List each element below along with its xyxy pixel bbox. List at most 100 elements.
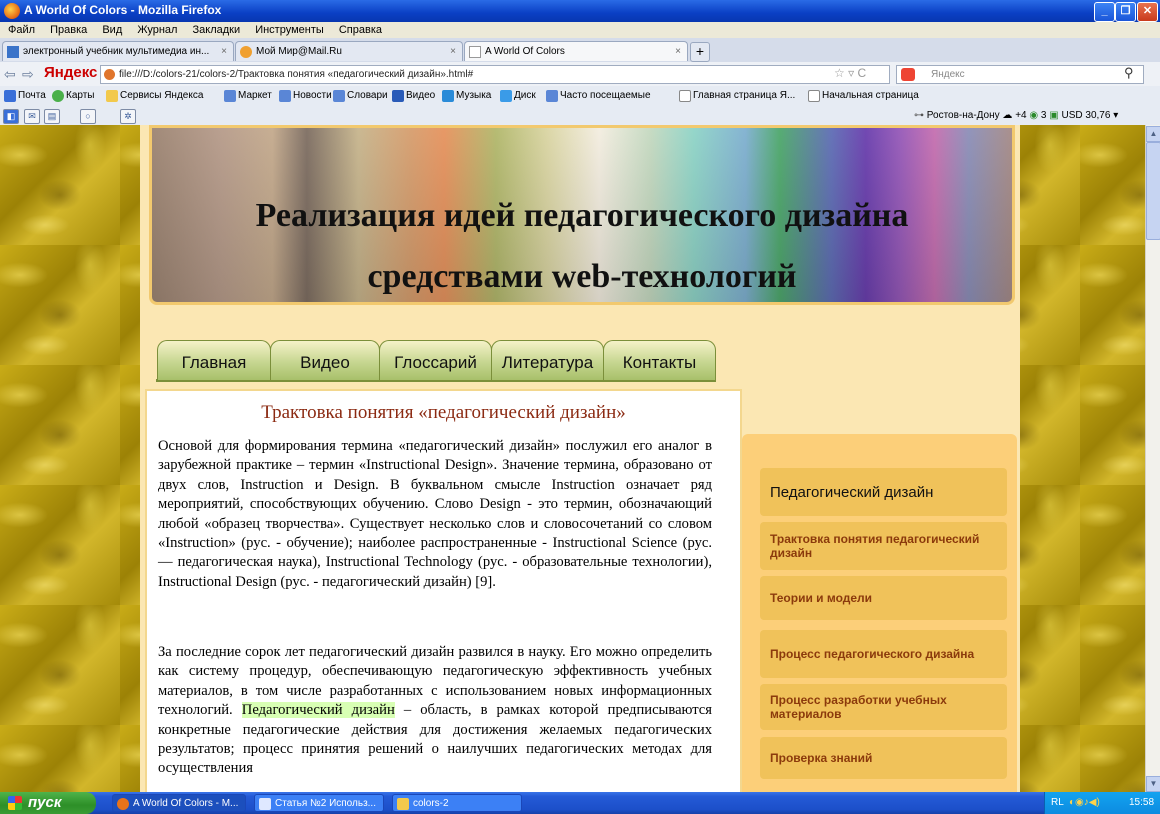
bookmark-mail[interactable]: Почта — [4, 89, 46, 103]
music-icon — [442, 90, 454, 102]
bookmark-video[interactable]: Видео — [392, 89, 435, 103]
bookmark-yandex-home[interactable]: Главная страница Я... — [679, 89, 795, 103]
cloud-icon: ☁ — [1002, 110, 1013, 121]
menu-bar: Файл Правка Вид Журнал Закладки Инструме… — [0, 22, 1160, 38]
nav-home[interactable]: Главная — [157, 340, 271, 380]
page-favicon-icon — [469, 46, 481, 58]
dictionary-icon — [333, 90, 345, 102]
menu-help[interactable]: Справка — [339, 22, 382, 38]
tab-ebook[interactable]: электронный учебник мультимедиа ин... × — [2, 41, 234, 61]
bookmarks-bar: Почта Карты Сервисы Яндекса Маркет Новос… — [0, 86, 1160, 107]
frequent-icon — [546, 90, 558, 102]
maximize-button[interactable]: ❐ — [1115, 2, 1136, 22]
mail-icon[interactable]: ✉ — [24, 109, 40, 124]
bookmark-market[interactable]: Маркет — [224, 89, 272, 103]
sidebar-item-theories[interactable]: Теории и модели — [760, 576, 1007, 620]
mail-counter-icon: ◉ — [1029, 110, 1039, 121]
close-tab-icon[interactable]: × — [450, 42, 456, 61]
menu-file[interactable]: Файл — [8, 22, 35, 38]
search-input[interactable]: Яндекс — [896, 65, 1144, 84]
close-window-button[interactable]: ✕ — [1137, 2, 1158, 22]
bookmark-disk[interactable]: Диск — [500, 89, 536, 103]
tab-label: A World Of Colors — [485, 46, 565, 57]
news-icon — [279, 90, 291, 102]
url-bar[interactable]: file:///D:/colors-21/colors-2/Трактовка … — [100, 65, 890, 84]
document-icon — [259, 798, 271, 810]
nav-literature[interactable]: Литература — [491, 340, 604, 380]
scrollbar-thumb[interactable] — [1146, 142, 1160, 240]
gear-icon[interactable]: ✲ — [120, 109, 136, 124]
key-icon: ⊶ — [914, 110, 924, 121]
minimize-button[interactable]: _ — [1094, 2, 1115, 22]
page-icon — [679, 90, 691, 102]
scroll-down-icon[interactable]: ▼ — [1146, 776, 1160, 792]
forward-arrow-icon[interactable]: ⇨ — [22, 66, 34, 83]
sidebar-item-materials-process[interactable]: Процесс разработки учебных материалов — [760, 684, 1007, 730]
weather-temp: +4 — [1015, 110, 1027, 121]
chevron-down-icon[interactable]: ▾ — [1113, 110, 1118, 121]
weather-widget[interactable]: ⊶ Ростов-на-Дону ☁ +4 ◉ 3 ▣ USD 30,76 ▾ — [914, 110, 1118, 121]
article-paragraph-2: За последние сорок лет педагогический ди… — [158, 644, 712, 777]
system-tray: RL ◐◉♪◀) 15:58 — [1044, 792, 1160, 814]
close-tab-icon[interactable]: × — [675, 42, 681, 61]
tab-strip: электронный учебник мультимедиа ин... × … — [0, 38, 1160, 63]
menu-bookmarks[interactable]: Закладки — [193, 22, 241, 38]
tab-world-of-colors[interactable]: A World Of Colors × — [464, 41, 688, 61]
close-tab-icon[interactable]: × — [221, 42, 227, 61]
clock: 15:58 — [1129, 797, 1155, 808]
bookmark-news[interactable]: Новости — [279, 89, 332, 103]
taskbar-folder[interactable]: colors-2 — [392, 794, 522, 812]
clipboard-icon[interactable]: ▤ — [44, 109, 60, 124]
video-icon — [392, 90, 404, 102]
menu-view[interactable]: Вид — [102, 22, 122, 38]
language-indicator[interactable]: RL — [1051, 792, 1064, 814]
bookmark-star-icon[interactable]: ☆ ▿ C — [834, 66, 866, 80]
firefox-icon — [4, 3, 20, 19]
currency-icon: ▣ — [1049, 110, 1059, 121]
new-tab-button[interactable]: + — [690, 42, 710, 62]
sidebar-item-knowledge-check[interactable]: Проверка знаний — [760, 737, 1007, 779]
menu-edit[interactable]: Правка — [50, 22, 87, 38]
sidebar-title: Педагогический дизайн — [770, 484, 934, 501]
start-button[interactable]: пуск — [0, 792, 96, 814]
search-icon[interactable]: ⚲ — [1124, 65, 1134, 81]
nav-contacts[interactable]: Контакты — [603, 340, 716, 380]
firefox-icon — [117, 798, 129, 810]
bookmark-music[interactable]: Музыка — [442, 89, 491, 103]
bookmark-dictionaries[interactable]: Словари — [333, 89, 388, 103]
url-text: file:///D:/colors-21/colors-2/Трактовка … — [119, 69, 474, 80]
weather-city: Ростов-на-Дону — [926, 110, 1000, 121]
taskbar-firefox[interactable]: A World Of Colors - M... — [112, 794, 246, 812]
bookmark-frequent[interactable]: Часто посещаемые — [546, 89, 651, 103]
window-title: A World Of Colors - Mozilla Firefox — [24, 3, 222, 17]
sidebar-item-design-process[interactable]: Процесс педагогического дизайна — [760, 630, 1007, 678]
site-title-line1: Реализация идей педагогического дизайна — [255, 197, 909, 234]
currency-rate: USD 30,76 — [1061, 110, 1111, 121]
nav-glossary[interactable]: Глоссарий — [379, 340, 492, 380]
yandex-logo[interactable]: Яндекс — [44, 64, 97, 81]
bookmark-maps[interactable]: Карты — [52, 89, 95, 103]
chat-icon[interactable]: ○ — [80, 109, 96, 124]
sidebar-item-definition[interactable]: Трактовка понятия педагогический дизайн — [760, 522, 1007, 570]
bookmark-services[interactable]: Сервисы Яндекса — [106, 89, 203, 103]
tab-label: электронный учебник мультимедиа ин... — [23, 46, 210, 57]
folder-icon — [106, 90, 118, 102]
window-title-bar: A World Of Colors - Mozilla Firefox _ ❐ … — [0, 0, 1160, 22]
mailru-favicon-icon — [240, 46, 252, 58]
bookmark-start-page[interactable]: Начальная страница — [808, 89, 919, 103]
site-title-line2: средствами web-технологий — [367, 258, 797, 295]
back-arrow-icon[interactable]: ⇦ — [4, 66, 16, 83]
menu-tools[interactable]: Инструменты — [255, 22, 324, 38]
tray-icons[interactable]: ◐◉♪◀) — [1069, 792, 1100, 814]
maps-icon — [52, 90, 64, 102]
taskbar-word-doc[interactable]: Статья №2 Использ... — [254, 794, 384, 812]
page-icon — [808, 90, 820, 102]
menu-history[interactable]: Журнал — [137, 22, 177, 38]
yandex-bar-icon[interactable]: ◧ — [3, 109, 19, 124]
search-placeholder: Яндекс — [931, 69, 965, 80]
scroll-up-icon[interactable]: ▲ — [1146, 126, 1160, 142]
nav-video[interactable]: Видео — [270, 340, 380, 380]
page-info-icon[interactable] — [104, 69, 115, 80]
yandex-search-engine-icon[interactable] — [901, 68, 915, 81]
tab-mymir[interactable]: Мой Мир@Mail.Ru × — [235, 41, 463, 61]
